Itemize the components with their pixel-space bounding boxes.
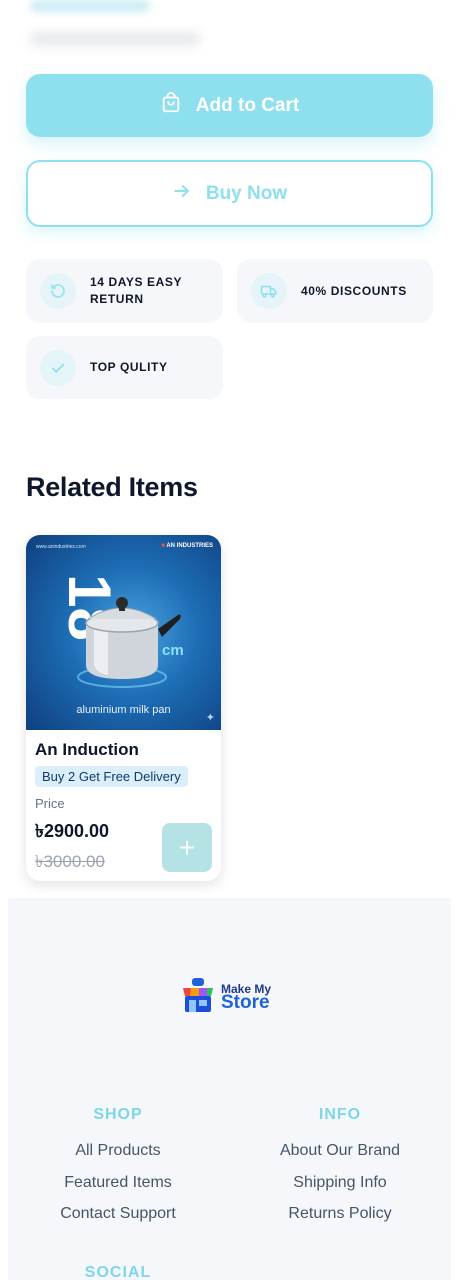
add-to-cart-button[interactable]: Add to Cart: [26, 74, 433, 137]
promo-badge: Buy 2 Get Free Delivery: [35, 766, 188, 787]
footer-link-all-products[interactable]: All Products: [8, 1142, 228, 1160]
feature-label: 14 DAYS EASY RETURN: [90, 275, 183, 306]
logo-text-bottom: Store: [221, 992, 270, 1013]
add-to-cart-label: Add to Cart: [195, 94, 300, 116]
shopping-bag-icon: [160, 91, 182, 120]
current-price: ৳2900.00: [35, 821, 110, 841]
footer-shop-heading: SHOP: [93, 1106, 143, 1123]
image-caption: aluminium milk pan: [76, 704, 171, 716]
check-icon: [40, 349, 76, 386]
previous-content-fade: [8, 0, 458, 60]
feature-label: 40% DISCOUNTS: [301, 283, 407, 298]
storefront-icon: [183, 978, 213, 1012]
image-url-text: www.anindustries.com: [36, 544, 86, 550]
footer-link-about-brand[interactable]: About Our Brand: [229, 1142, 451, 1160]
original-price: ৳3000.00: [35, 852, 105, 871]
return-icon: [40, 273, 76, 309]
delivery-truck-icon: [251, 273, 287, 309]
buy-now-button[interactable]: Buy Now: [26, 160, 433, 227]
feature-top-quality: TOP QULITY: [26, 336, 223, 399]
feature-discounts: 40% DISCOUNTS: [237, 259, 433, 323]
footer-link-shipping-info[interactable]: Shipping Info: [229, 1174, 451, 1192]
feature-easy-return: 14 DAYS EASY RETURN: [26, 259, 223, 323]
price-label: Price: [35, 796, 65, 811]
footer-link-featured-items[interactable]: Featured Items: [8, 1174, 228, 1192]
related-items-title: Related Items: [26, 472, 198, 502]
sparkle-icon: ✦: [205, 712, 215, 724]
site-footer: Make My Store SHOP All Products Featured…: [8, 898, 451, 1280]
product-image[interactable]: www.anindustries.com ■ AN INDUSTRIES 18 …: [26, 535, 221, 730]
feature-label: TOP QULITY: [90, 360, 168, 374]
product-card[interactable]: www.anindustries.com ■ AN INDUSTRIES 18 …: [26, 535, 221, 881]
store-logo[interactable]: Make My Store: [181, 978, 271, 1014]
footer-link-contact-support[interactable]: Contact Support: [8, 1205, 228, 1223]
image-brand-text: ■ AN INDUSTRIES: [161, 543, 213, 549]
blurred-price-text: [30, 0, 150, 12]
buy-now-label: Buy Now: [205, 182, 288, 204]
image-size-unit: cm: [162, 642, 184, 659]
footer-social-heading: SOCIAL: [84, 1264, 152, 1280]
product-name[interactable]: An Induction: [35, 740, 139, 760]
footer-info-heading: INFO: [318, 1106, 362, 1123]
footer-link-returns-policy[interactable]: Returns Policy: [229, 1205, 451, 1223]
plus-icon: +: [178, 831, 196, 863]
blurred-description-text: [30, 32, 200, 46]
add-to-cart-plus-button[interactable]: +: [162, 823, 212, 872]
arrow-right-icon: [172, 181, 192, 207]
